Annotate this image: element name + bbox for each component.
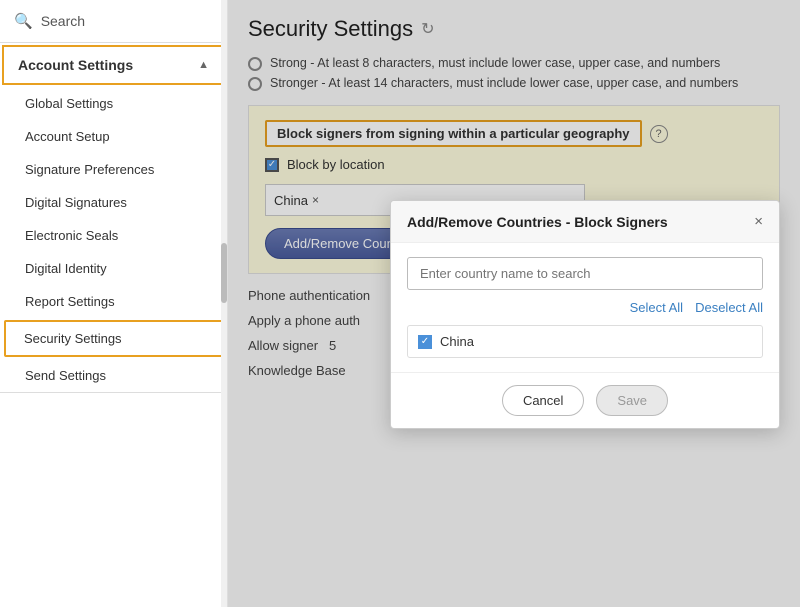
modal-title: Add/Remove Countries - Block Signers [407,214,668,230]
deselect-all-link[interactable]: Deselect All [695,300,763,315]
sidebar-items-list: Global Settings Account Setup Signature … [0,87,227,392]
modal-close-button[interactable]: × [754,213,763,230]
sidebar-item-global-settings[interactable]: Global Settings [0,87,227,120]
search-label: Search [41,13,85,29]
modal-body: Select All Deselect All ✓ China [391,243,779,372]
sidebar-item-account-setup[interactable]: Account Setup [0,120,227,153]
modal-china-checkbox[interactable]: ✓ [418,335,432,349]
cancel-button[interactable]: Cancel [502,385,584,416]
account-settings-header[interactable]: Account Settings ▲ [2,45,225,85]
search-icon: 🔍 [14,12,33,30]
modal-footer: Cancel Save [391,372,779,428]
country-search-input[interactable] [407,257,763,290]
sidebar: 🔍 Search Account Settings ▲ Global Setti… [0,0,228,607]
sidebar-item-digital-identity[interactable]: Digital Identity [0,252,227,285]
account-settings-section: Account Settings ▲ Global Settings Accou… [0,43,227,393]
modal-overlay: Add/Remove Countries - Block Signers × S… [228,0,800,607]
modal-country-row-china: ✓ China [407,325,763,358]
sidebar-scrollbar-thumb[interactable] [221,243,227,303]
sidebar-item-digital-signatures[interactable]: Digital Signatures [0,186,227,219]
sidebar-scrollbar-track [221,0,227,607]
chevron-up-icon: ▲ [198,59,209,71]
app-container: 🔍 Search Account Settings ▲ Global Setti… [0,0,800,607]
search-bar[interactable]: 🔍 Search [0,0,227,43]
modal-china-label: China [440,334,474,349]
modal-checkmark-icon: ✓ [421,336,429,347]
main-content: Security Settings ↻ Strong - At least 8 … [228,0,800,607]
sidebar-item-signature-preferences[interactable]: Signature Preferences [0,153,227,186]
sidebar-item-send-settings[interactable]: Send Settings [0,359,227,392]
modal-box: Add/Remove Countries - Block Signers × S… [390,200,780,429]
select-all-link[interactable]: Select All [630,300,683,315]
modal-links-row: Select All Deselect All [407,300,763,315]
sidebar-item-security-settings[interactable]: Security Settings [4,320,223,357]
sidebar-item-electronic-seals[interactable]: Electronic Seals [0,219,227,252]
sidebar-item-report-settings[interactable]: Report Settings [0,285,227,318]
save-button[interactable]: Save [596,385,668,416]
account-settings-label: Account Settings [18,57,133,73]
modal-header: Add/Remove Countries - Block Signers × [391,201,779,243]
